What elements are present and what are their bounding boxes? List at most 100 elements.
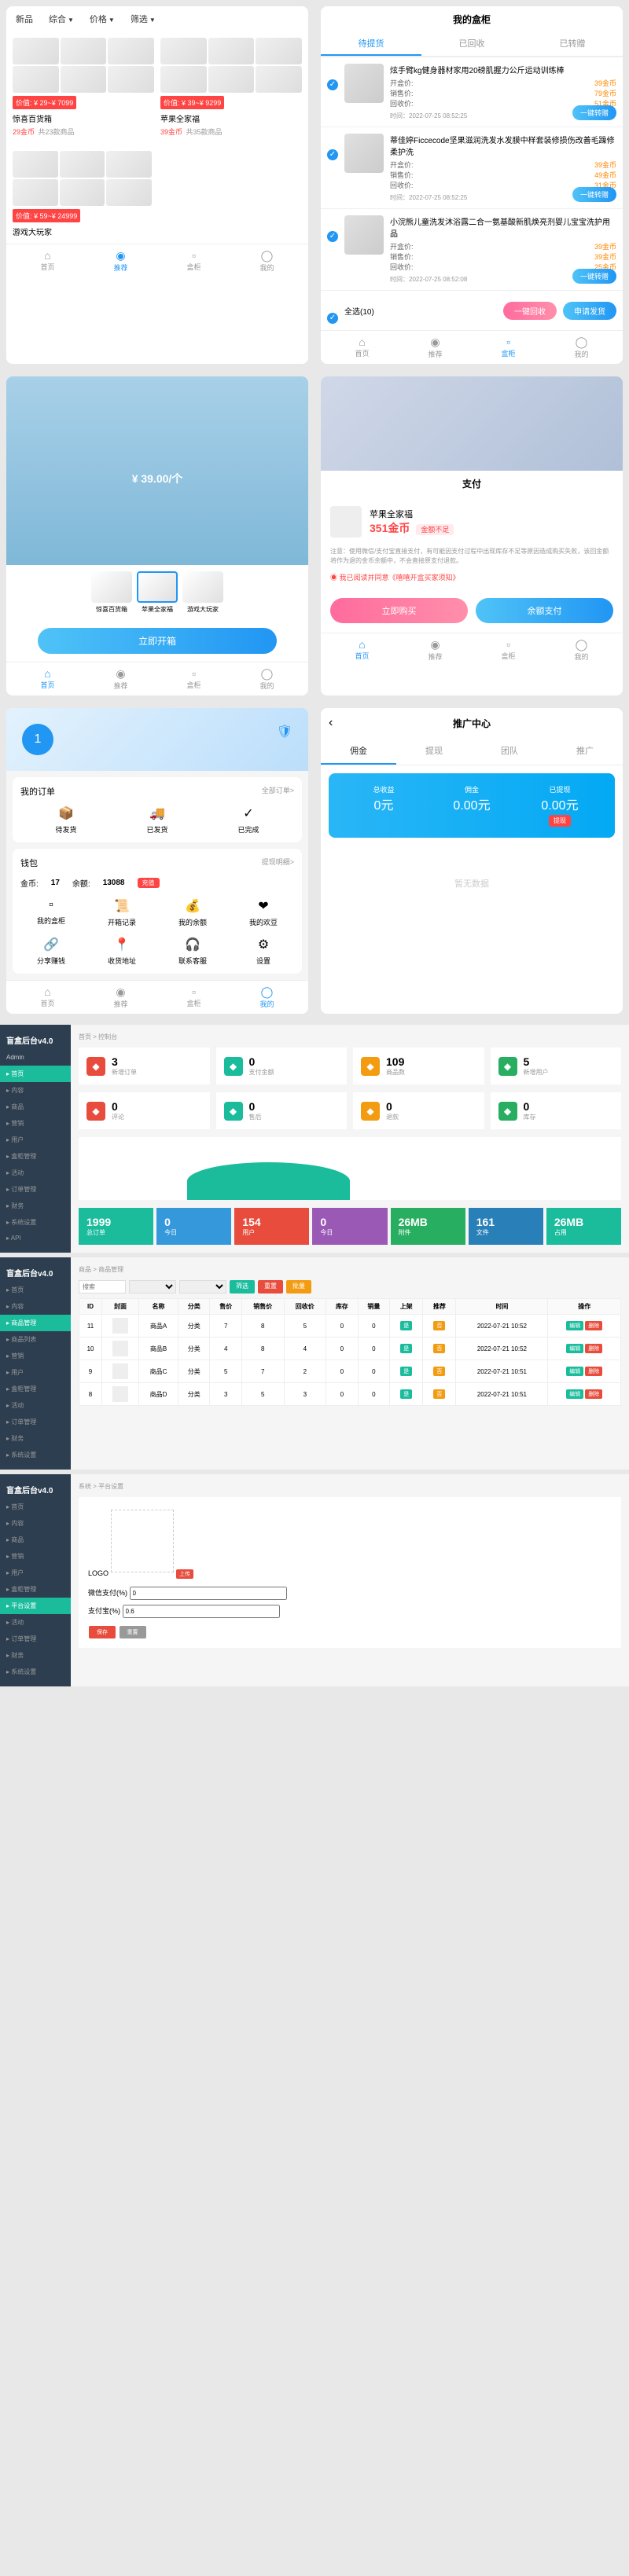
nav-recommend[interactable]: ◉推荐 (84, 667, 157, 691)
profile-grid-item[interactable]: 💰我的余额 (162, 898, 223, 927)
profile-grid-item[interactable]: ❤我的欢豆 (233, 898, 294, 927)
gift-button[interactable]: 一键转赠 (572, 187, 616, 202)
nav-profile[interactable]: ◯我的 (545, 638, 618, 662)
tab-sort[interactable]: 综合▼ (49, 13, 74, 25)
recharge-button[interactable]: 充值 (138, 878, 160, 888)
sidebar-item[interactable]: ▸ 用户 (0, 1565, 71, 1581)
nav-home[interactable]: ⌂首页 (11, 667, 84, 691)
orders-pending[interactable]: 📦待发货 (55, 805, 76, 835)
nav-cabinet[interactable]: ▫盒柜 (157, 667, 230, 691)
nav-recommend[interactable]: ◉推荐 (84, 249, 157, 273)
edit-button[interactable]: 编辑 (566, 1389, 583, 1399)
recycle-all-button[interactable]: 一键回收 (503, 302, 557, 320)
profile-grid-item[interactable]: 📍收货地址 (91, 937, 153, 966)
sidebar-item[interactable]: ▸ 系统设置 (0, 1664, 71, 1680)
sidebar-item[interactable]: ▸ 商品管理 (0, 1315, 71, 1331)
tab-pending[interactable]: 待提货 (321, 32, 421, 56)
sidebar-item[interactable]: ▸ 系统设置 (0, 1214, 71, 1231)
orders-done[interactable]: ✓已完成 (237, 805, 259, 835)
profile-grid-item[interactable]: ▫我的盒柜 (20, 898, 82, 927)
all-orders-link[interactable]: 全部订单> (262, 785, 294, 798)
sidebar-item[interactable]: ▸ 营销 (0, 1548, 71, 1565)
nav-profile[interactable]: ◯我的 (545, 336, 618, 359)
delete-button[interactable]: 删除 (585, 1321, 602, 1330)
nav-cabinet[interactable]: ▫盒柜 (472, 638, 545, 662)
sidebar-item[interactable]: ▸ 财务 (0, 1647, 71, 1664)
sidebar-item[interactable]: ▸ 首页 (0, 1282, 71, 1298)
profile-grid-item[interactable]: ⚙设置 (233, 937, 294, 966)
sidebar-item[interactable]: ▸ 财务 (0, 1198, 71, 1214)
delete-button[interactable]: 删除 (585, 1389, 602, 1399)
tab-promo[interactable]: 推广 (547, 738, 623, 765)
buy-now-button[interactable]: 立即购买 (330, 598, 468, 623)
nav-home[interactable]: ⌂首页 (11, 249, 84, 273)
product-card[interactable]: 价值: ¥ 59~¥ 24999 游戏大玩家 (13, 151, 152, 237)
nav-home[interactable]: ⌂首页 (326, 638, 399, 662)
sidebar-item[interactable]: ▸ 订单管理 (0, 1631, 71, 1647)
sidebar-item[interactable]: ▸ 活动 (0, 1397, 71, 1414)
edit-button[interactable]: 编辑 (566, 1367, 583, 1376)
carousel-item[interactable]: 游戏大玩家 (182, 571, 223, 614)
search-input[interactable] (79, 1280, 126, 1294)
tab-commission[interactable]: 佣金 (321, 738, 396, 765)
withdraw-button[interactable]: 提现 (549, 815, 571, 827)
sidebar-item[interactable]: ▸ 首页 (0, 1066, 71, 1082)
gift-button[interactable]: 一键转赠 (572, 269, 616, 284)
delete-button[interactable]: 删除 (585, 1344, 602, 1353)
search-button[interactable]: 筛选 (230, 1280, 255, 1294)
sidebar-item[interactable]: ▸ 首页 (0, 1499, 71, 1515)
gift-button[interactable]: 一键转赠 (572, 105, 616, 120)
sidebar-item[interactable]: ▸ 营销 (0, 1115, 71, 1132)
sidebar-item[interactable]: ▸ API (0, 1231, 71, 1246)
nav-profile[interactable]: ◯我的 (230, 249, 303, 273)
sidebar-item[interactable]: ▸ 用户 (0, 1132, 71, 1148)
sidebar-item[interactable]: ▸ 内容 (0, 1515, 71, 1532)
sidebar-item[interactable]: ▸ 商品列表 (0, 1331, 71, 1348)
sidebar-item[interactable]: ▸ 系统设置 (0, 1447, 71, 1463)
nav-recommend[interactable]: ◉推荐 (84, 985, 157, 1009)
reset-button[interactable]: 重置 (258, 1280, 283, 1294)
sidebar-item[interactable]: ▸ 商品 (0, 1532, 71, 1548)
nav-profile[interactable]: ◯我的 (230, 667, 303, 691)
agree-check[interactable]: ◉ (330, 574, 340, 582)
reset-button[interactable]: 重置 (120, 1626, 146, 1638)
nav-recommend[interactable]: ◉推荐 (399, 638, 472, 662)
filter-select[interactable] (179, 1280, 226, 1294)
product-card[interactable]: 价值: ¥ 39~¥ 9299 苹果全家福 39金币 共35款商品 (160, 38, 302, 138)
nav-home[interactable]: ⌂首页 (326, 336, 399, 359)
nav-cabinet[interactable]: ▫盒柜 (157, 985, 230, 1009)
delete-button[interactable]: 删除 (585, 1367, 602, 1376)
tab-withdraw[interactable]: 提现 (396, 738, 472, 765)
orders-shipped[interactable]: 🚚已发货 (146, 805, 167, 835)
carousel-item[interactable]: 惊喜百货箱 (91, 571, 132, 614)
wx-fee-input[interactable] (130, 1587, 287, 1600)
nav-cabinet[interactable]: ▫盒柜 (157, 249, 230, 273)
avatar[interactable]: 1 (22, 724, 53, 755)
tab-recycled[interactable]: 已回收 (421, 32, 522, 56)
select-all-check[interactable]: ✓ (327, 313, 338, 324)
ship-button[interactable]: 申请发货 (563, 302, 616, 320)
batch-button[interactable]: 批量 (286, 1280, 311, 1294)
back-icon[interactable]: ‹ (329, 716, 333, 730)
tab-team[interactable]: 团队 (472, 738, 547, 765)
sidebar-item[interactable]: ▸ 活动 (0, 1614, 71, 1631)
sidebar-item[interactable]: ▸ 内容 (0, 1082, 71, 1099)
sidebar-item[interactable]: ▸ 订单管理 (0, 1414, 71, 1430)
tab-new[interactable]: 新品 (16, 13, 33, 25)
sidebar-item[interactable]: ▸ 盒柜管理 (0, 1381, 71, 1397)
save-button[interactable]: 保存 (89, 1626, 116, 1638)
nav-cabinet[interactable]: ▫盒柜 (472, 336, 545, 359)
item-check[interactable]: ✓ (327, 149, 338, 160)
profile-grid-item[interactable]: 📜开箱记录 (91, 898, 153, 927)
filter-select[interactable] (129, 1280, 176, 1294)
tab-filter[interactable]: 筛选▼ (131, 13, 156, 25)
profile-grid-item[interactable]: 🔗分享赚钱 (20, 937, 82, 966)
sidebar-item[interactable]: ▸ 平台设置 (0, 1598, 71, 1614)
tab-gifted[interactable]: 已转赠 (522, 32, 623, 56)
nav-home[interactable]: ⌂首页 (11, 985, 84, 1009)
item-check[interactable]: ✓ (327, 79, 338, 90)
balance-pay-button[interactable]: 余额支付 (476, 598, 613, 623)
product-card[interactable]: 价值: ¥ 29~¥ 7099 惊喜百货箱 29金币 共23款商品 (13, 38, 154, 138)
nav-profile[interactable]: ◯我的 (230, 985, 303, 1009)
item-check[interactable]: ✓ (327, 231, 338, 242)
